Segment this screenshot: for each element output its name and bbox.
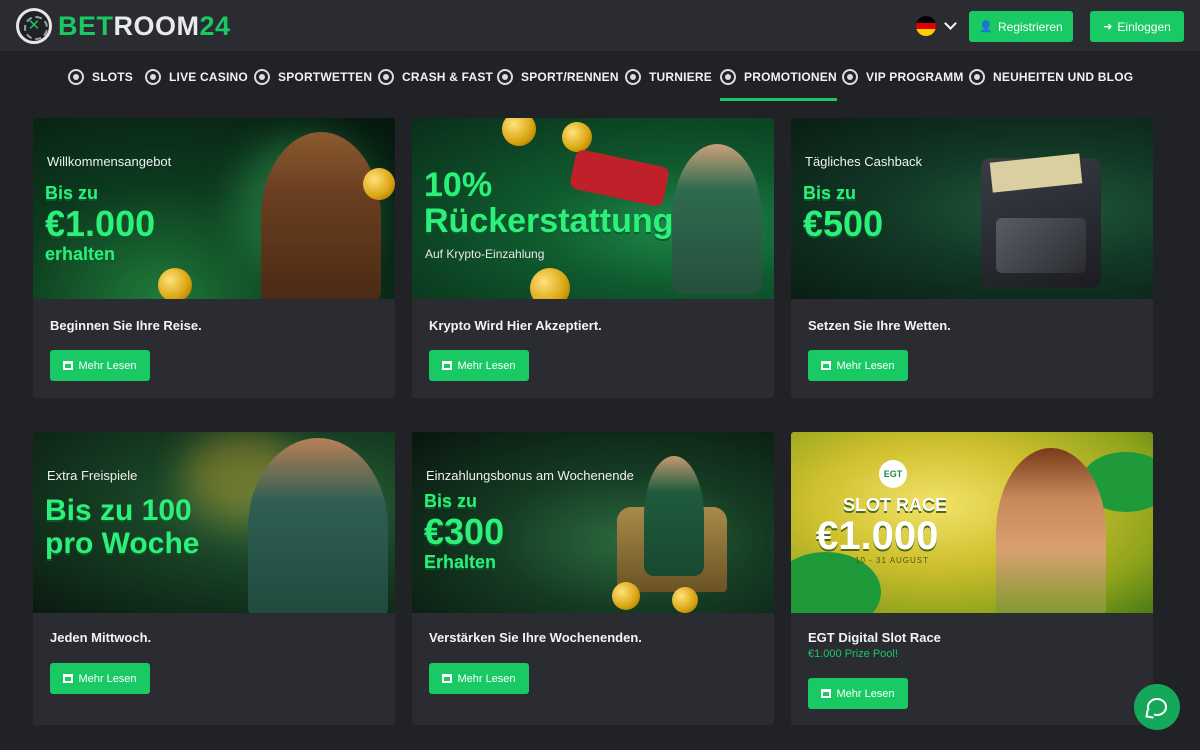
egt-badge: EGT: [879, 460, 907, 488]
rocket-icon: [378, 69, 394, 85]
nav-item-slots[interactable]: SLOTS: [68, 53, 133, 101]
tournament-icon: [625, 69, 641, 85]
racing-icon: [497, 69, 513, 85]
gift-icon: [442, 674, 453, 683]
chevron-down-icon: [944, 17, 957, 30]
logo-wordmark: BETROOM24: [58, 10, 231, 41]
promo-card-crypto: 10% Rückerstattung Auf Krypto-Einzahlung…: [412, 118, 774, 398]
promo-banner-welcome[interactable]: Willkommensangebot Bis zu €1.000 erhalte…: [33, 118, 395, 299]
top-header: BETROOM24 👤 Registrieren ➜ Einloggen: [0, 0, 1200, 52]
register-button[interactable]: 👤 Registrieren: [969, 11, 1073, 42]
man-illustration: [672, 144, 762, 294]
sports-icon: [254, 69, 270, 85]
gift-icon: [63, 361, 74, 370]
betroom24-logo[interactable]: BETROOM24: [16, 8, 231, 44]
promo-banner-freespins[interactable]: Extra Freispiele Bis zu 100 pro Woche: [33, 432, 395, 613]
gift-icon: [442, 361, 453, 370]
crown-icon: [842, 69, 858, 85]
read-more-button[interactable]: Mehr Lesen: [50, 663, 150, 694]
promo-banner-weekend[interactable]: Einzahlungsbonus am Wochenende Bis zu €3…: [412, 432, 774, 613]
character-illustration: [996, 448, 1106, 613]
gift-icon: [63, 674, 74, 683]
read-more-button[interactable]: Mehr Lesen: [429, 663, 529, 694]
promo-title: Setzen Sie Ihre Wetten.: [808, 318, 951, 333]
promo-card-freespins: Extra Freispiele Bis zu 100 pro Woche Je…: [33, 432, 395, 725]
promo-title: Krypto Wird Hier Akzeptiert.: [429, 318, 602, 333]
promo-card-cashback: Tägliches Cashback Bis zu €500 Setzen Si…: [791, 118, 1153, 398]
nav-item-vip-programm[interactable]: VIP PROGRAMM: [842, 53, 964, 101]
slots-icon: [68, 69, 84, 85]
man-illustration: [644, 456, 704, 576]
promo-card-slot-race: EGT SLOT RACE €1.000 10 - 31 AUGUST EGT …: [791, 432, 1153, 725]
nav-item-promotionen[interactable]: PROMOTIONEN: [720, 53, 837, 101]
promo-title: Verstärken Sie Ihre Wochenenden.: [429, 630, 642, 645]
promo-card-welcome: Willkommensangebot Bis zu €1.000 erhalte…: [33, 118, 395, 398]
germany-flag-icon: [916, 16, 936, 36]
chat-bubble-icon: [1147, 698, 1167, 716]
read-more-button[interactable]: Mehr Lesen: [429, 350, 529, 381]
gift-icon: [821, 361, 832, 370]
roulette-logo-icon: [16, 8, 52, 44]
coin-icon: [612, 582, 640, 610]
promo-title: EGT Digital Slot Race: [808, 630, 941, 645]
promo-banner-slot-race[interactable]: EGT SLOT RACE €1.000 10 - 31 AUGUST: [791, 432, 1153, 613]
credit-card-illustration: [996, 218, 1086, 273]
read-more-button[interactable]: Mehr Lesen: [808, 678, 908, 709]
promo-card-weekend: Einzahlungsbonus am Wochenende Bis zu €3…: [412, 432, 774, 725]
gift-icon: [720, 69, 736, 85]
nav-item-crash-fast[interactable]: CRASH & FAST: [378, 53, 493, 101]
promo-banner-cashback[interactable]: Tägliches Cashback Bis zu €500: [791, 118, 1153, 299]
main-navigation: SLOTS LIVE CASINO SPORTWETTEN CRASH & FA…: [0, 53, 1200, 101]
race-car-illustration: [568, 148, 671, 208]
coin-icon: [363, 168, 395, 200]
read-more-button[interactable]: Mehr Lesen: [808, 350, 908, 381]
coin-icon: [502, 118, 536, 146]
promo-subtitle: €1.000 Prize Pool!: [808, 648, 898, 660]
megaphone-icon: [969, 69, 985, 85]
read-more-button[interactable]: Mehr Lesen: [50, 350, 150, 381]
promo-title: Beginnen Sie Ihre Reise.: [50, 318, 202, 333]
man-illustration: [248, 438, 388, 613]
promo-title: Jeden Mittwoch.: [50, 630, 152, 645]
login-button[interactable]: ➜ Einloggen: [1090, 11, 1184, 42]
live-chat-button[interactable]: [1134, 684, 1180, 730]
coin-icon: [672, 587, 698, 613]
man-illustration: [261, 132, 381, 299]
language-selector[interactable]: [916, 16, 957, 36]
nav-item-sport-rennen[interactable]: SPORT/RENNEN: [497, 53, 619, 101]
live-casino-icon: [145, 69, 161, 85]
nav-item-turniere[interactable]: TURNIERE: [625, 53, 712, 101]
nav-item-sportwetten[interactable]: SPORTWETTEN: [254, 53, 372, 101]
promo-banner-crypto[interactable]: 10% Rückerstattung Auf Krypto-Einzahlung: [412, 118, 774, 299]
nav-item-neuheiten-blog[interactable]: NEUHEITEN UND BLOG: [969, 53, 1133, 101]
coin-icon: [530, 268, 570, 299]
login-arrow-icon: ➜: [1103, 21, 1113, 33]
coin-icon: [158, 268, 192, 299]
gift-icon: [821, 689, 832, 698]
coin-icon: [562, 122, 592, 152]
nav-item-live-casino[interactable]: LIVE CASINO: [145, 53, 248, 101]
user-plus-icon: 👤: [979, 21, 993, 33]
